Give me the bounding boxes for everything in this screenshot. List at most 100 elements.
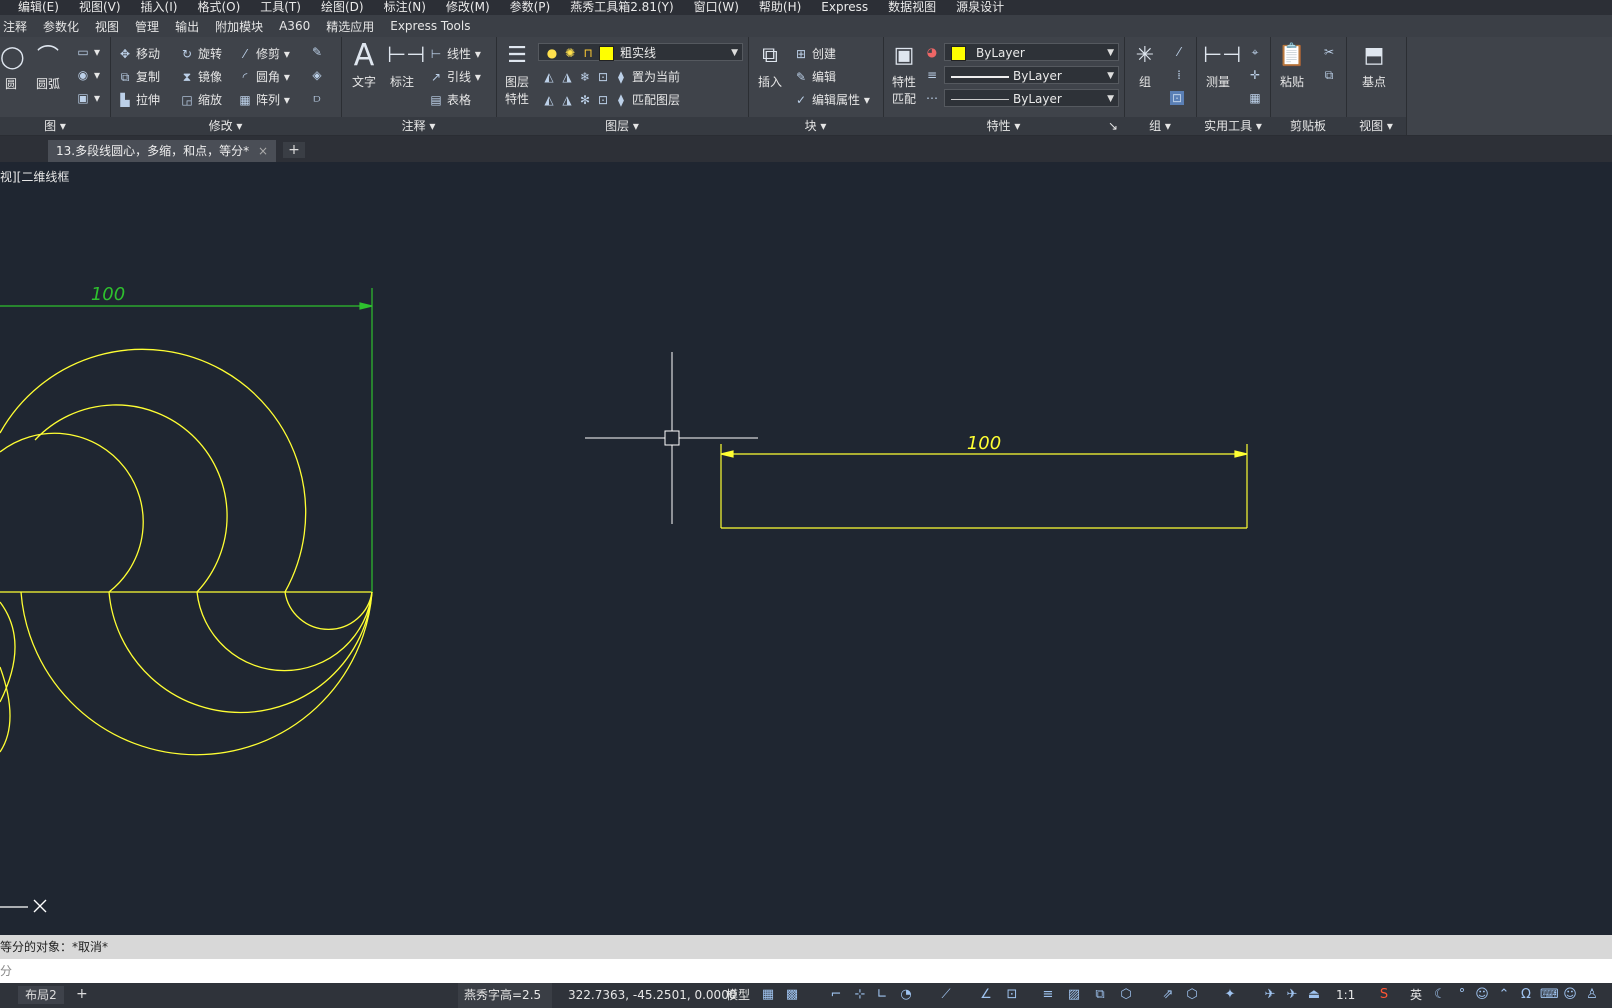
shirt-icon[interactable]: ♙ [1584, 987, 1600, 1003]
create-block-button[interactable]: ⊞ 创建 [794, 45, 836, 62]
dimension-button[interactable]: ⊢⊣ 标注 [385, 41, 425, 90]
dynamic-input-icon[interactable]: ⊹ [852, 987, 868, 1003]
offset-tool[interactable]: ⫐ [310, 91, 328, 105]
menu-item[interactable]: 源泉设计 [956, 0, 1004, 15]
array-button[interactable]: ▦ 阵列 ▾ [238, 91, 290, 108]
groups-panel-title[interactable]: 组 ▾ [1124, 117, 1196, 135]
arc-button[interactable]: ⌒ 圆弧 [30, 43, 66, 92]
add-layout-button[interactable]: + [76, 986, 88, 1002]
paste-button[interactable]: 📋 粘贴 [1274, 41, 1310, 90]
properties-panel-title[interactable]: 特性 ▾ ↘ [883, 117, 1124, 135]
layers-panel-title[interactable]: 图层 ▾ [496, 117, 748, 135]
ungroup-icon[interactable]: ⁄ [1172, 45, 1186, 59]
layer-tools-row2[interactable]: ◭ ◮ ✻ ⊡ ⧫ 匹配图层 [542, 91, 680, 108]
menu-item[interactable]: 数据视图 [888, 0, 936, 15]
lineweight-dropdown[interactable]: ByLayer ▼ [944, 66, 1119, 84]
command-input[interactable]: 分 [0, 959, 1612, 983]
linear-button[interactable]: ⊢ 线性 ▾ [429, 45, 481, 62]
draw-panel-title[interactable]: 图 ▾ [0, 117, 110, 135]
ribbon-tab[interactable]: Express Tools [390, 19, 470, 33]
document-tab[interactable]: 13.多段线圆心，多缩，和点，等分* × [48, 140, 276, 162]
ribbon-tab[interactable]: 输出 [175, 18, 199, 35]
3d-osnap-icon[interactable]: ⬡ [1118, 987, 1134, 1003]
osnap-icon[interactable]: ⊡ [1004, 987, 1020, 1003]
cut-icon[interactable]: ✂ [1322, 45, 1336, 59]
dynamic-ucs-icon[interactable]: ⇗ [1160, 987, 1176, 1003]
punctuation-icon[interactable]: ° [1454, 987, 1470, 1003]
ribbon-tab[interactable]: 管理 [135, 18, 159, 35]
region-tool[interactable]: ▣ ▾ [76, 91, 100, 105]
base-point-button[interactable]: ⬒ 基点 [1354, 41, 1394, 90]
menu-item[interactable]: 编辑(E) [18, 0, 59, 15]
leader-button[interactable]: ↗ 引线 ▾ [429, 68, 481, 85]
explode-tool[interactable]: ◈ [310, 68, 328, 82]
menu-item[interactable]: 格式(O) [197, 0, 240, 15]
headset-icon[interactable]: Ω [1518, 987, 1534, 1003]
model-space-button[interactable]: 模型 [726, 983, 750, 1008]
erase-tool[interactable]: ✎ [310, 45, 328, 59]
table-button[interactable]: ▤ 表格 [429, 91, 471, 108]
point-style-icon[interactable]: ✛ [1248, 68, 1262, 82]
ribbon-tab[interactable]: 附加模块 [215, 18, 263, 35]
person-icon[interactable]: ☺ [1562, 987, 1578, 1003]
block-panel-title[interactable]: 块 ▾ [748, 117, 883, 135]
ribbon-tab[interactable]: A360 [279, 19, 310, 33]
emoji-icon[interactable]: ☺ [1474, 987, 1490, 1003]
sogou-ime-icon[interactable]: S [1376, 987, 1392, 1003]
text-button[interactable]: A 文字 [347, 41, 381, 90]
snap-icon[interactable]: ▩ [784, 987, 800, 1003]
group-button[interactable]: ✳ 组 [1128, 41, 1162, 90]
menu-item[interactable]: 标注(N) [384, 0, 426, 15]
ribbon-tab[interactable]: 精选应用 [326, 18, 374, 35]
close-tab-icon[interactable]: × [258, 140, 268, 162]
stretch-button[interactable]: ▙ 拉伸 [118, 91, 160, 108]
moon-icon[interactable]: ☾ [1432, 987, 1448, 1003]
menu-item[interactable]: 工具(T) [260, 0, 301, 15]
measure-button[interactable]: ⊢⊣ 测量 [1198, 41, 1241, 90]
trim-button[interactable]: ⁄ 修剪 ▾ [238, 45, 290, 62]
layout2-tab[interactable]: 布局2 [18, 986, 64, 1004]
group-select-icon[interactable]: ⊡ [1170, 91, 1184, 105]
coordinate-readout[interactable]: 322.7363, -45.2501, 0.0000 [568, 983, 736, 1008]
circle-button[interactable]: ◯ 圆 [0, 43, 25, 92]
menu-item[interactable]: 参数(P) [510, 0, 551, 15]
drawing-canvas[interactable]: 视][二维线框 100 100 [0, 162, 1612, 930]
polar-icon[interactable]: ◔ [898, 987, 914, 1003]
hatch-tool[interactable]: ◉ ▾ [76, 68, 100, 82]
text-height-readout[interactable]: 燕秀字高=2.5 [458, 983, 552, 1008]
selection-cycling-icon[interactable]: ⧉ [1092, 987, 1108, 1003]
menu-item[interactable]: 窗口(W) [694, 0, 739, 15]
layer-properties-button[interactable]: ☰ 图层 特性 [500, 41, 534, 107]
group-edit-icon[interactable]: ⁞ [1172, 68, 1186, 82]
infer-icon[interactable]: ⌐ [828, 987, 844, 1003]
menu-item[interactable]: Express [821, 0, 868, 15]
edit-block-button[interactable]: ✎ 编辑 [794, 68, 836, 85]
ime-language-indicator[interactable]: 英 [1410, 983, 1422, 1008]
menu-item[interactable]: 视图(V) [79, 0, 121, 15]
rotate-button[interactable]: ↻ 旋转 [180, 45, 222, 62]
move-button[interactable]: ✥ 移动 [118, 45, 160, 62]
isodraft-icon[interactable]: ⟋ [938, 987, 954, 1003]
annotation-visibility-icon[interactable]: ✈ [1262, 987, 1278, 1003]
mirror-button[interactable]: ⧗ 镜像 [180, 68, 222, 85]
auto-scale-icon[interactable]: ✈ [1284, 987, 1300, 1003]
calculator-icon[interactable]: ▦ [1248, 91, 1262, 105]
new-tab-button[interactable]: + [283, 142, 305, 158]
menu-item[interactable]: 帮助(H) [759, 0, 801, 15]
rectangle-tool[interactable]: ▭ ▾ [76, 45, 100, 59]
panel-launcher-icon[interactable]: ↘ [1108, 117, 1118, 135]
lineweight-toggle-icon[interactable]: ≡ [1040, 987, 1056, 1003]
insert-button[interactable]: ⧉ 插入 [752, 41, 788, 90]
copy-button[interactable]: ⧉ 复制 [118, 68, 160, 85]
quick-select-icon[interactable]: ⌖ [1248, 45, 1262, 59]
layer-tools-row1[interactable]: ◭ ◮ ❄ ⊡ ⧫ 置为当前 [542, 68, 680, 85]
color-dropdown[interactable]: ByLayer ▼ [944, 43, 1119, 61]
scale-button[interactable]: ◲ 缩放 [180, 91, 222, 108]
menu-item[interactable]: 修改(M) [446, 0, 490, 15]
transparency-icon[interactable]: ▨ [1066, 987, 1082, 1003]
edit-attributes-button[interactable]: ✓ 编辑属性 ▾ [794, 91, 870, 108]
utilities-panel-title[interactable]: 实用工具 ▾ [1196, 117, 1270, 135]
selection-filter-icon[interactable]: ⬡ [1184, 987, 1200, 1003]
linetype-dropdown[interactable]: ByLayer ▼ [944, 89, 1119, 107]
view-panel-title[interactable]: 视图 ▾ [1346, 117, 1406, 135]
